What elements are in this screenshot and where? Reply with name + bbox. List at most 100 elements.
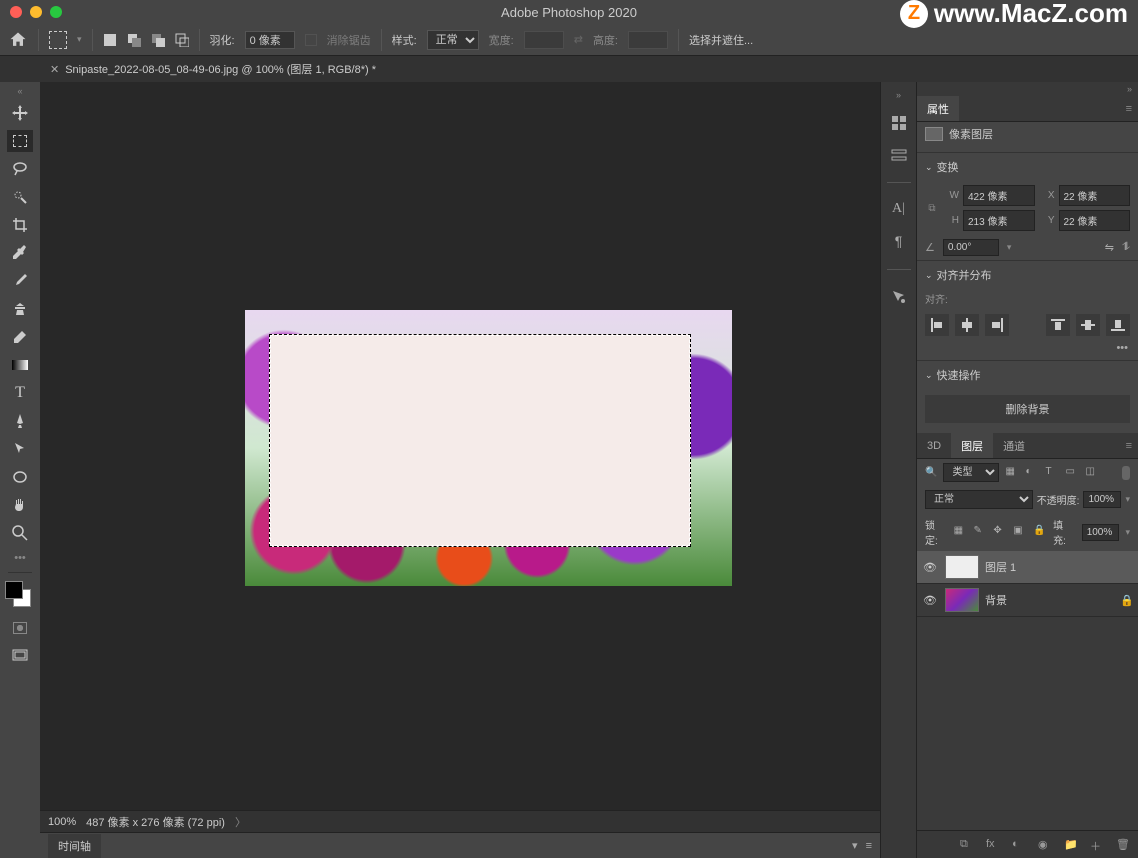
dropdown-caret-icon[interactable]: ▾ <box>77 34 82 45</box>
3d-tab[interactable]: 3D <box>917 433 951 458</box>
layer-name[interactable]: 图层 1 <box>985 559 1132 575</box>
visibility-toggle-icon[interactable]: 👁 <box>923 594 939 607</box>
y-prop-input[interactable]: 22 像素 <box>1059 210 1131 231</box>
filter-type-icon[interactable]: T <box>1045 466 1059 480</box>
layer-effects-icon[interactable]: fx <box>986 838 1000 852</box>
quick-actions-header[interactable]: ⌄ 快速操作 <box>917 360 1138 389</box>
lock-artboard-icon[interactable]: ▣ <box>1013 525 1027 539</box>
align-right-icon[interactable] <box>985 314 1009 336</box>
active-layer-with-selection[interactable] <box>269 334 691 547</box>
adjustment-layer-icon[interactable]: ◉ <box>1038 838 1052 852</box>
path-selection-tool[interactable] <box>7 438 33 460</box>
canvas-viewport[interactable] <box>40 82 880 810</box>
collapse-tools-icon[interactable]: « <box>17 86 22 96</box>
new-layer-icon[interactable]: ＋ <box>1090 838 1104 852</box>
layer-thumbnail[interactable] <box>945 555 979 579</box>
angle-input[interactable]: 0.00° <box>943 239 999 256</box>
filter-toggle[interactable] <box>1122 466 1130 480</box>
lock-transparency-icon[interactable]: ▦ <box>954 525 968 539</box>
align-left-icon[interactable] <box>925 314 949 336</box>
filter-shape-icon[interactable]: ▭ <box>1065 466 1079 480</box>
layer-row[interactable]: 👁 图层 1 <box>917 551 1138 584</box>
opacity-caret-icon[interactable]: ▾ <box>1125 494 1130 505</box>
delete-layer-icon[interactable]: 🗑 <box>1116 838 1130 852</box>
lock-pixels-icon[interactable]: ✎ <box>974 525 988 539</box>
selection-subtract-icon[interactable] <box>151 33 165 47</box>
layers-tab[interactable]: 图层 <box>951 433 993 458</box>
close-tab-button[interactable]: ✕ <box>50 63 59 76</box>
transform-section-header[interactable]: ⌄ 变换 <box>917 152 1138 181</box>
move-tool[interactable] <box>7 102 33 124</box>
height-prop-input[interactable]: 213 像素 <box>963 210 1035 231</box>
clone-stamp-tool[interactable] <box>7 298 33 320</box>
character-panel-icon[interactable]: A| <box>890 201 908 219</box>
x-prop-input[interactable]: 22 像素 <box>1059 185 1131 206</box>
shape-tool[interactable] <box>7 466 33 488</box>
zoom-level[interactable]: 100% <box>48 816 76 828</box>
document-tab-title[interactable]: Snipaste_2022-08-05_08-49-06.jpg @ 100% … <box>65 61 376 77</box>
select-and-mask-button[interactable]: 选择并遮住... <box>689 32 753 48</box>
align-vcenter-icon[interactable] <box>1076 314 1100 336</box>
filter-adjustment-icon[interactable]: ◐ <box>1025 466 1039 480</box>
align-bottom-icon[interactable] <box>1106 314 1130 336</box>
lasso-tool[interactable] <box>7 158 33 180</box>
layer-thumbnail[interactable] <box>945 588 979 612</box>
adjustments-panel-icon[interactable] <box>890 146 908 164</box>
timeline-add-icon[interactable]: ▾ <box>852 839 858 852</box>
document-artboard[interactable] <box>245 310 732 586</box>
document-info[interactable]: 487 像素 x 276 像素 (72 ppi) <box>86 814 225 830</box>
properties-tab[interactable]: 属性 <box>917 96 959 121</box>
align-top-icon[interactable] <box>1046 314 1070 336</box>
home-icon[interactable] <box>8 30 28 50</box>
marquee-tool-icon[interactable] <box>49 31 67 49</box>
hand-tool[interactable] <box>7 494 33 516</box>
edit-toolbar-icon[interactable]: ••• <box>14 552 26 564</box>
style-select[interactable]: 正常 <box>427 30 479 50</box>
opacity-input[interactable]: 100% <box>1083 491 1121 508</box>
type-tool[interactable]: T <box>7 382 33 404</box>
width-prop-input[interactable]: 422 像素 <box>963 185 1035 206</box>
lock-position-icon[interactable]: ✥ <box>993 525 1007 539</box>
crop-tool[interactable] <box>7 214 33 236</box>
info-expand-icon[interactable]: 〉 <box>235 814 246 830</box>
align-section-header[interactable]: ⌄ 对齐并分布 <box>917 260 1138 289</box>
rectangular-marquee-tool[interactable] <box>7 130 33 152</box>
brush-tool[interactable] <box>7 270 33 292</box>
fill-caret-icon[interactable]: ▾ <box>1125 527 1130 538</box>
remove-background-button[interactable]: 删除背景 <box>925 395 1130 423</box>
filter-search-icon[interactable]: 🔍 <box>925 467 937 478</box>
angle-caret-icon[interactable]: ▾ <box>1007 242 1012 253</box>
eyedropper-tool[interactable] <box>7 242 33 264</box>
pen-tool[interactable] <box>7 410 33 432</box>
timeline-tab[interactable]: 时间轴 <box>48 834 101 858</box>
gradient-tool[interactable] <box>7 354 33 376</box>
filter-smart-icon[interactable]: ◫ <box>1085 466 1099 480</box>
properties-menu-icon[interactable]: ≡ <box>1126 103 1132 115</box>
zoom-tool[interactable] <box>7 522 33 544</box>
layer-name[interactable]: 背景 <box>985 592 1114 608</box>
color-panel-icon[interactable] <box>890 114 908 132</box>
quick-selection-tool[interactable] <box>7 186 33 208</box>
expand-strip-icon[interactable]: » <box>896 90 901 100</box>
flip-vertical-icon[interactable]: ⥮ <box>1122 241 1130 254</box>
flip-horizontal-icon[interactable]: ⇋ <box>1105 241 1114 254</box>
paragraph-panel-icon[interactable]: ¶ <box>890 233 908 251</box>
blend-mode-select[interactable]: 正常 <box>925 490 1033 509</box>
collapse-panels-icon[interactable]: » <box>917 82 1138 96</box>
layer-row[interactable]: 👁 背景 🔒 <box>917 584 1138 617</box>
screen-mode-tool[interactable] <box>7 645 33 667</box>
layer-mask-icon[interactable]: ◐ <box>1012 838 1026 852</box>
timeline-menu-icon[interactable]: ≡ <box>866 840 872 852</box>
selection-new-icon[interactable] <box>103 33 117 47</box>
fill-input[interactable]: 100% <box>1082 524 1120 541</box>
quick-mask-tool[interactable] <box>7 617 33 639</box>
filter-kind-select[interactable]: 类型 <box>943 463 999 482</box>
filter-pixel-icon[interactable]: ▦ <box>1005 466 1019 480</box>
align-more-icon[interactable]: ••• <box>917 342 1138 360</box>
foreground-color-swatch[interactable] <box>5 581 23 599</box>
channels-tab[interactable]: 通道 <box>993 433 1035 458</box>
visibility-toggle-icon[interactable]: 👁 <box>923 561 939 574</box>
feather-input[interactable] <box>245 31 295 49</box>
tools-preset-panel-icon[interactable] <box>890 288 908 306</box>
eraser-tool[interactable] <box>7 326 33 348</box>
